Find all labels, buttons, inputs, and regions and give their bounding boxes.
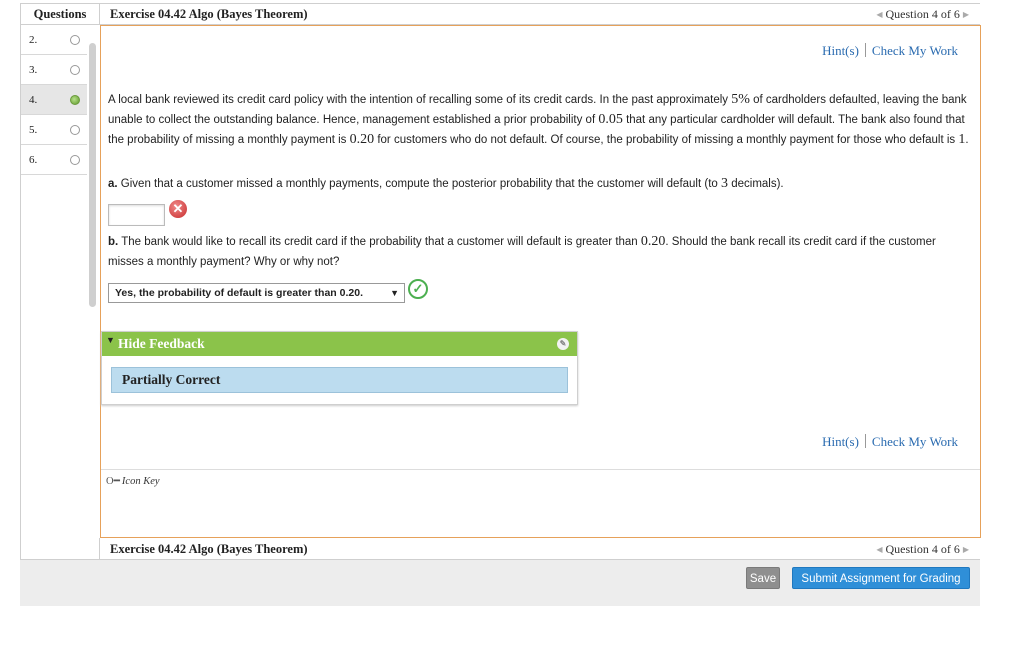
part-a-prompt: a. Given that a customer missed a monthl… (108, 175, 972, 193)
problem-text: . (965, 134, 969, 146)
question-item-3[interactable]: 3. (21, 55, 87, 85)
part-b-prompt: b. The bank would like to recall its cre… (108, 232, 974, 272)
save-button[interactable]: Save (746, 567, 780, 589)
selected-option: Yes, the probability of default is great… (115, 287, 363, 299)
chevron-down-icon: ▼ (390, 288, 399, 298)
status-circle-icon (70, 35, 80, 45)
status-circle-icon (70, 155, 80, 165)
question-list: 2. 3. 4. 5. 6. (20, 25, 100, 538)
link-separator (864, 434, 866, 448)
part-a-decimals: 3 (721, 176, 729, 191)
submit-assignment-button[interactable]: Submit Assignment for Grading (792, 567, 970, 589)
question-nav-label: Question 4 of 6 (885, 7, 960, 21)
check-my-work-link[interactable]: Check My Work (872, 434, 958, 449)
question-content: Hint(s) Check My Work A local bank review… (100, 25, 981, 538)
check-my-work-link[interactable]: Check My Work (872, 43, 958, 58)
incorrect-icon: ✕ (169, 200, 187, 218)
prev-question-icon[interactable]: ◀ (876, 545, 882, 554)
hint-link[interactable]: Hint(s) (822, 434, 859, 449)
assignment-footer: Exercise 04.42 Algo (Bayes Theorem) ◀ Que… (20, 538, 980, 560)
question-number: 2. (29, 34, 38, 46)
hint-links-bottom: Hint(s) Check My Work (822, 434, 958, 450)
hide-feedback-toggle[interactable]: ▼ Hide Feedback ✎ (102, 332, 577, 356)
assignment-header: Questions Exercise 04.42 Algo (Bayes The… (20, 3, 980, 25)
question-item-5[interactable]: 5. (21, 115, 87, 145)
part-b-text: The bank would like to recall its credit… (121, 236, 638, 248)
footer-exercise-title: Exercise 04.42 Algo (Bayes Theorem) (110, 542, 308, 556)
triangle-down-icon: ▼ (106, 335, 115, 345)
question-nav-label: Question 4 of 6 (885, 542, 960, 556)
part-a-text: Given that a customer missed a monthly p… (120, 178, 718, 190)
next-question-icon[interactable]: ▶ (963, 545, 969, 554)
content-divider (101, 469, 980, 470)
correct-icon: ✓ (408, 279, 428, 299)
question-number: 6. (29, 154, 38, 166)
problem-value: 0.20 (349, 132, 375, 147)
pencil-icon[interactable]: ✎ (557, 338, 569, 350)
question-item-6[interactable]: 6. (21, 145, 87, 175)
status-circle-icon (70, 125, 80, 135)
icon-key-label: Icon Key (121, 476, 160, 487)
part-a-label: a. (108, 178, 118, 190)
status-circle-icon (70, 65, 80, 75)
problem-text: for customers who do not default. Of cou… (377, 134, 956, 146)
link-separator (864, 43, 866, 57)
footer-left-cell (20, 538, 100, 560)
question-list-scrollbar[interactable] (89, 43, 96, 307)
part-a-text: decimals). (731, 178, 784, 190)
part-b-threshold: 0.20 (640, 234, 666, 249)
next-question-icon[interactable]: ▶ (963, 10, 969, 19)
question-number: 3. (29, 64, 38, 76)
part-b-answer-select[interactable]: Yes, the probability of default is great… (108, 283, 405, 303)
question-item-2[interactable]: 2. (21, 25, 87, 55)
feedback-panel: ▼ Hide Feedback ✎ Partially Correct (101, 331, 578, 405)
question-number: 4. (29, 94, 38, 106)
footer-question-navigator: ◀ Question 4 of 6 ▶ (873, 538, 972, 561)
problem-value: 5% (731, 92, 750, 107)
part-a-answer-input[interactable] (108, 204, 165, 226)
questions-label: Questions (20, 4, 100, 24)
action-bar: Save Submit Assignment for Grading (20, 560, 980, 606)
question-item-4[interactable]: 4. (21, 85, 87, 115)
part-b-label: b. (108, 236, 119, 248)
hint-link[interactable]: Hint(s) (822, 43, 859, 58)
problem-text: A local bank reviewed its credit card po… (108, 94, 729, 106)
feedback-status: Partially Correct (111, 367, 568, 393)
key-icon: O━ (106, 476, 120, 487)
feedback-toggle-label: Hide Feedback (118, 336, 205, 351)
problem-statement: A local bank reviewed its credit card po… (108, 90, 972, 150)
question-navigator: ◀ Question 4 of 6 ▶ (873, 4, 972, 25)
prev-question-icon[interactable]: ◀ (876, 10, 882, 19)
current-status-icon (70, 95, 80, 105)
question-number: 5. (29, 124, 38, 136)
icon-key[interactable]: O━ Icon Key (106, 475, 160, 487)
hint-links-top: Hint(s) Check My Work (822, 43, 958, 59)
exercise-title: Exercise 04.42 Algo (Bayes Theorem) (110, 7, 308, 21)
problem-value: 0.05 (598, 112, 623, 127)
